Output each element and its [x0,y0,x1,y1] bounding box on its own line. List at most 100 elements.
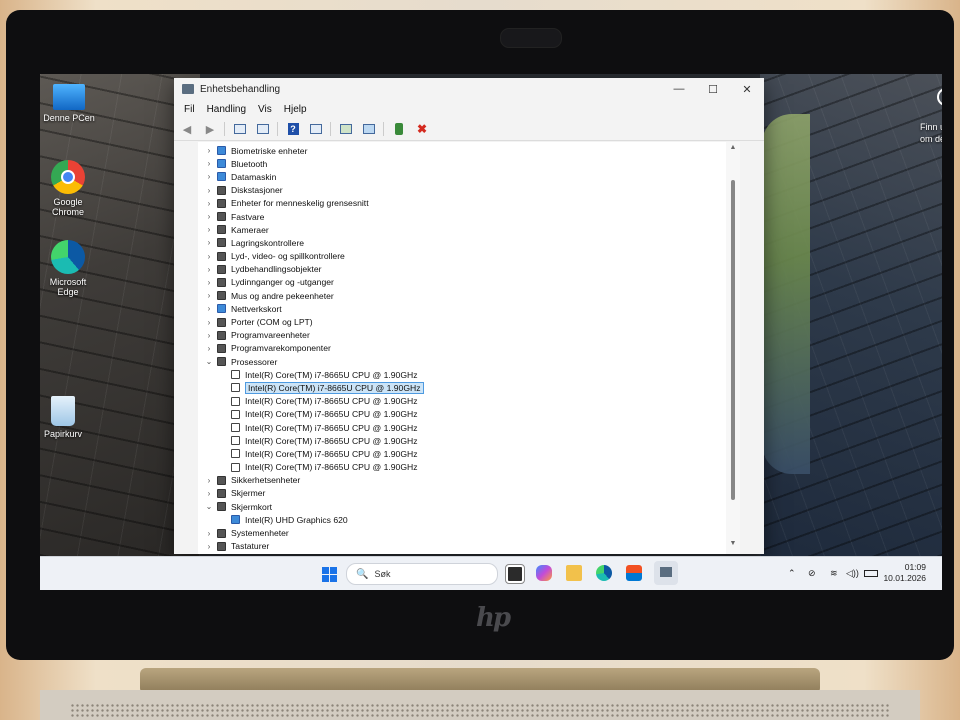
chevron-right-icon[interactable]: › [204,199,214,208]
chevron-right-icon[interactable]: › [204,344,214,353]
tree-category-row[interactable]: › Porter (COM og LPT) [198,315,740,328]
minimize-button[interactable]: — [662,78,696,100]
chevron-right-icon[interactable]: › [204,225,214,234]
help-icon[interactable]: ? [284,121,302,137]
chevron-right-icon[interactable]: › [204,186,214,195]
uninstall-device-icon[interactable]: ✖ [413,121,431,137]
tree-row-label: Datamaskin [231,171,277,182]
close-button[interactable]: ✕ [730,78,764,100]
enable-device-icon[interactable] [390,121,408,137]
device-manager-taskbar-icon[interactable] [654,561,678,585]
tree-category-row[interactable]: › Enheter for menneskelig grensesnitt [198,197,740,210]
maximize-button[interactable]: ☐ [696,78,730,100]
scan-hardware-icon[interactable] [360,121,378,137]
view-icon[interactable] [307,121,325,137]
chevron-right-icon[interactable]: › [204,146,214,155]
tree-device-row[interactable]: Intel(R) Core(TM) i7-8665U CPU @ 1.90GHz [198,395,740,408]
chevron-right-icon[interactable]: › [204,304,214,313]
scroll-up-arrow-icon[interactable]: ▲ [726,144,740,156]
chevron-right-icon[interactable]: › [204,159,214,168]
chevron-right-icon[interactable]: › [204,278,214,287]
chevron-right-icon[interactable]: › [204,265,214,274]
chevron-down-icon[interactable]: ⌄ [204,357,214,366]
menu-file[interactable]: Fil [178,104,201,115]
chevron-right-icon[interactable]: › [204,529,214,538]
desktop-icon-recycle-bin[interactable]: Papirkurv [40,396,98,439]
tree-device-row[interactable]: Intel(R) Core(TM) i7-8665U CPU @ 1.90GHz [198,381,740,394]
task-view-icon[interactable] [505,564,525,584]
tree-category-row[interactable]: › Lagringskontrollere [198,236,740,249]
tree-category-row[interactable]: › Fastvare [198,210,740,223]
tree-category-row[interactable]: › Systemenheter [198,526,740,539]
device-category-icon [217,277,226,287]
taskbar-search[interactable]: 🔍 Søk [346,563,498,585]
chevron-right-icon[interactable]: › [204,291,214,300]
hp-logo: hp [476,603,511,633]
console-tree-icon[interactable] [254,121,272,137]
tree-category-row[interactable]: › Bluetooth [198,157,740,170]
tree-category-row[interactable]: › Lydbehandlingsobjekter [198,263,740,276]
volume-icon[interactable]: ◁)) [846,568,859,579]
tree-category-row[interactable]: › Kameraer [198,223,740,236]
chevron-right-icon[interactable]: › [204,238,214,247]
tree-category-row[interactable]: › Tastaturer [198,540,740,553]
chevron-right-icon[interactable]: › [204,318,214,327]
tree-category-row[interactable]: › Programvarekomponenter [198,342,740,355]
chevron-right-icon[interactable]: › [204,542,214,551]
tree-category-row[interactable]: › Lydinnganger og -utganger [198,276,740,289]
tree-category-row[interactable]: › Sikkerhetsenheter [198,474,740,487]
spotlight-text[interactable]: Finn ut om dette [920,121,942,145]
wifi-icon[interactable]: ≋ [830,568,838,579]
tree-category-row[interactable]: › Biometriske enheter [198,144,740,157]
tree-category-row[interactable]: › Datamaskin [198,170,740,183]
chevron-right-icon[interactable]: › [204,172,214,181]
chevron-right-icon[interactable]: › [204,476,214,485]
vertical-scrollbar[interactable]: ▲ ▼ [726,142,740,554]
system-clock[interactable]: 01:09 10.01.2026 [876,562,926,584]
scroll-down-arrow-icon[interactable]: ▼ [726,540,740,552]
chevron-right-icon[interactable]: › [204,212,214,221]
tree-category-row[interactable]: ⌄ Prosessorer [198,355,740,368]
desktop-icon-chrome[interactable]: Google Chrome [40,160,123,217]
tree-category-row[interactable]: › Diskstasjoner [198,184,740,197]
chevron-right-icon[interactable]: › [204,489,214,498]
file-explorer-icon[interactable] [566,565,582,581]
chrome-icon [51,160,85,194]
speaker-grille [70,703,890,717]
chevron-right-icon[interactable]: › [204,331,214,340]
tree-device-row[interactable]: Intel(R) Core(TM) i7-8665U CPU @ 1.90GHz [198,447,740,460]
title-bar[interactable]: Enhetsbehandling — ☐ ✕ [174,78,764,100]
chevron-right-icon[interactable]: › [204,252,214,261]
tree-category-row[interactable]: ⌄ Skjermkort [198,500,740,513]
tree-category-row[interactable]: › Programvareenheter [198,329,740,342]
scroll-thumb[interactable] [731,180,735,500]
tree-row-label: Nettverkskort [231,303,282,314]
menu-view[interactable]: Vis [252,104,278,115]
tree-category-row[interactable]: › Skjermer [198,487,740,500]
tree-device-row[interactable]: Intel(R) Core(TM) i7-8665U CPU @ 1.90GHz [198,461,740,474]
tree-device-row[interactable]: Intel(R) Core(TM) i7-8665U CPU @ 1.90GHz [198,408,740,421]
tree-category-row[interactable]: › Nettverkskort [198,302,740,315]
menu-action[interactable]: Handling [201,104,252,115]
copilot-icon[interactable] [536,565,552,581]
edge-taskbar-icon[interactable] [596,565,612,581]
desktop-icon-edge[interactable]: Microsoft Edge [40,240,123,297]
tree-category-row[interactable]: › Lyd-, video- og spillkontrollere [198,250,740,263]
start-windows-icon[interactable] [322,567,337,582]
back-arrow-icon[interactable]: ◀ [178,121,196,137]
store-icon[interactable] [626,565,642,581]
tray-chevron-up-icon[interactable]: ⌃ [788,568,796,579]
properties-icon[interactable] [231,121,249,137]
update-driver-icon[interactable] [337,121,355,137]
chevron-down-icon[interactable]: ⌄ [204,502,214,511]
tree-device-row[interactable]: Intel(R) Core(TM) i7-8665U CPU @ 1.90GHz [198,434,740,447]
desktop-icon-this-pc[interactable]: Denne PCen [40,80,104,123]
tree-category-row[interactable]: › Mus og andre pekeenheter [198,289,740,302]
tree-device-row[interactable]: Intel(R) Core(TM) i7-8665U CPU @ 1.90GHz [198,368,740,381]
menu-help[interactable]: Hjelp [278,104,313,115]
tree-device-row[interactable]: Intel(R) Core(TM) i7-8665U CPU @ 1.90GHz [198,421,740,434]
forward-arrow-icon[interactable]: ▶ [201,121,219,137]
tree-row-label: Intel(R) Core(TM) i7-8665U CPU @ 1.90GHz [245,396,418,407]
notifications-off-icon[interactable]: ⊘ [808,568,816,579]
tree-device-row[interactable]: Intel(R) UHD Graphics 620 [198,513,740,526]
